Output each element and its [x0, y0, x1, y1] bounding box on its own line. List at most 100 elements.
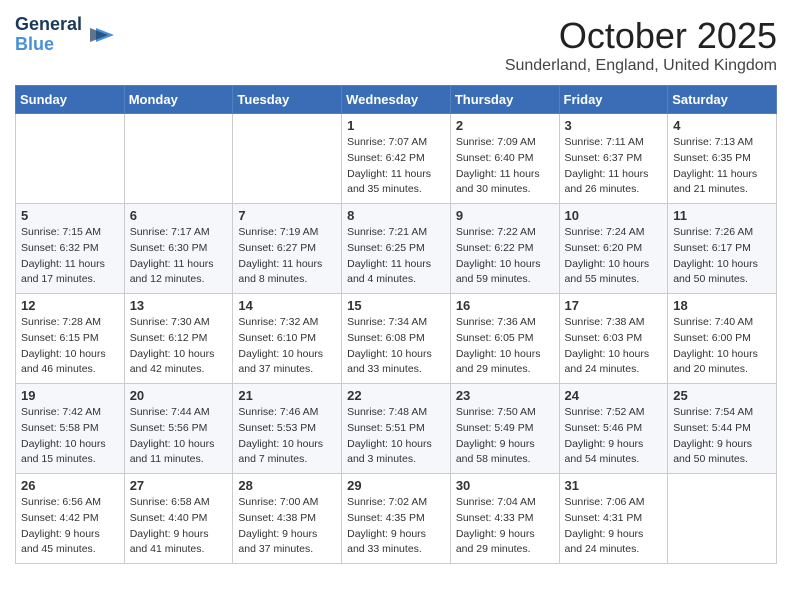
sunrise-text: Sunrise: 7:28 AM	[21, 315, 119, 331]
day-number: 3	[565, 118, 663, 133]
calendar-cell: 10Sunrise: 7:24 AMSunset: 6:20 PMDayligh…	[559, 204, 668, 294]
calendar-cell: 27Sunrise: 6:58 AMSunset: 4:40 PMDayligh…	[124, 474, 233, 564]
sunrise-text: Sunrise: 7:09 AM	[456, 135, 554, 151]
calendar-week-3: 12Sunrise: 7:28 AMSunset: 6:15 PMDayligh…	[16, 294, 777, 384]
day-number: 2	[456, 118, 554, 133]
day-number: 14	[238, 298, 336, 313]
calendar-cell: 11Sunrise: 7:26 AMSunset: 6:17 PMDayligh…	[668, 204, 777, 294]
daylight-text: Daylight: 9 hours and 45 minutes.	[21, 527, 119, 559]
day-info: Sunrise: 7:13 AMSunset: 6:35 PMDaylight:…	[673, 135, 771, 198]
daylight-text: Daylight: 10 hours and 37 minutes.	[238, 347, 336, 379]
calendar-cell: 1Sunrise: 7:07 AMSunset: 6:42 PMDaylight…	[342, 114, 451, 204]
day-number: 12	[21, 298, 119, 313]
calendar-cell: 7Sunrise: 7:19 AMSunset: 6:27 PMDaylight…	[233, 204, 342, 294]
day-number: 21	[238, 388, 336, 403]
calendar-cell: 9 Sunrise: 7:22 AMSunset: 6:22 PMDaylight…	[450, 204, 559, 294]
calendar-cell: 12Sunrise: 7:28 AMSunset: 6:15 PMDayligh…	[16, 294, 125, 384]
sunset-text: Sunset: 4:31 PM	[565, 511, 663, 527]
day-info: Sunrise: 7:34 AMSunset: 6:08 PMDaylight:…	[347, 315, 445, 378]
header-friday: Friday	[559, 86, 668, 114]
calendar-cell	[16, 114, 125, 204]
logo-icon	[86, 20, 116, 50]
day-number: 24	[565, 388, 663, 403]
day-number: 26	[21, 478, 119, 493]
daylight-text: Daylight: 10 hours and 29 minutes.	[456, 347, 554, 379]
day-info: Sunrise: 7:09 AMSunset: 6:40 PMDaylight:…	[456, 135, 554, 198]
day-info: Sunrise: 7:21 AMSunset: 6:25 PMDaylight:…	[347, 225, 445, 288]
daylight-text: Daylight: 9 hours and 58 minutes.	[456, 437, 554, 469]
calendar-cell: 3 Sunrise: 7:11 AMSunset: 6:37 PMDaylight…	[559, 114, 668, 204]
sunrise-text: Sunrise: 7:07 AM	[347, 135, 445, 151]
sunrise-text: Sunrise: 6:56 AM	[21, 495, 119, 511]
sunrise-text: Sunrise: 7:22 AM	[456, 225, 554, 241]
day-info: Sunrise: 7:54 AMSunset: 5:44 PMDaylight:…	[673, 405, 771, 468]
sunrise-text: Sunrise: 7:17 AM	[130, 225, 228, 241]
calendar-cell: 6Sunrise: 7:17 AMSunset: 6:30 PMDaylight…	[124, 204, 233, 294]
calendar-cell: 2 Sunrise: 7:09 AMSunset: 6:40 PMDaylight…	[450, 114, 559, 204]
calendar-week-5: 26 Sunrise: 6:56 AMSunset: 4:42 PMDayligh…	[16, 474, 777, 564]
day-info: Sunrise: 7:11 AMSunset: 6:37 PMDaylight:…	[565, 135, 663, 198]
daylight-text: Daylight: 11 hours and 21 minutes.	[673, 167, 771, 199]
calendar-cell: 17Sunrise: 7:38 AMSunset: 6:03 PMDayligh…	[559, 294, 668, 384]
day-info: Sunrise: 7:00 AMSunset: 4:38 PMDaylight:…	[238, 495, 336, 558]
day-number: 1	[347, 118, 445, 133]
daylight-text: Daylight: 11 hours and 17 minutes.	[21, 257, 119, 289]
calendar-cell: 15Sunrise: 7:34 AMSunset: 6:08 PMDayligh…	[342, 294, 451, 384]
sunrise-text: Sunrise: 7:34 AM	[347, 315, 445, 331]
day-number: 28	[238, 478, 336, 493]
sunrise-text: Sunrise: 7:06 AM	[565, 495, 663, 511]
sunrise-text: Sunrise: 7:15 AM	[21, 225, 119, 241]
sunset-text: Sunset: 6:22 PM	[456, 241, 554, 257]
title-block: October 2025 Sunderland, England, United…	[505, 15, 777, 75]
calendar-cell: 20Sunrise: 7:44 AMSunset: 5:56 PMDayligh…	[124, 384, 233, 474]
day-number: 18	[673, 298, 771, 313]
calendar-cell: 21Sunrise: 7:46 AMSunset: 5:53 PMDayligh…	[233, 384, 342, 474]
calendar-week-1: 1Sunrise: 7:07 AMSunset: 6:42 PMDaylight…	[16, 114, 777, 204]
sunset-text: Sunset: 6:35 PM	[673, 151, 771, 167]
day-number: 19	[21, 388, 119, 403]
sunset-text: Sunset: 6:37 PM	[565, 151, 663, 167]
day-info: Sunrise: 7:19 AMSunset: 6:27 PMDaylight:…	[238, 225, 336, 288]
sunrise-text: Sunrise: 7:54 AM	[673, 405, 771, 421]
calendar-cell: 19 Sunrise: 7:42 AMSunset: 5:58 PMDayligh…	[16, 384, 125, 474]
day-number: 31	[565, 478, 663, 493]
sunrise-text: Sunrise: 7:50 AM	[456, 405, 554, 421]
sunrise-text: Sunrise: 7:38 AM	[565, 315, 663, 331]
sunset-text: Sunset: 6:03 PM	[565, 331, 663, 347]
daylight-text: Daylight: 11 hours and 35 minutes.	[347, 167, 445, 199]
daylight-text: Daylight: 10 hours and 33 minutes.	[347, 347, 445, 379]
day-number: 8	[347, 208, 445, 223]
day-number: 29	[347, 478, 445, 493]
sunset-text: Sunset: 5:51 PM	[347, 421, 445, 437]
sunset-text: Sunset: 6:20 PM	[565, 241, 663, 257]
day-number: 9	[456, 208, 554, 223]
day-info: Sunrise: 6:56 AMSunset: 4:42 PMDaylight:…	[21, 495, 119, 558]
day-info: Sunrise: 6:58 AMSunset: 4:40 PMDaylight:…	[130, 495, 228, 558]
calendar-week-4: 19 Sunrise: 7:42 AMSunset: 5:58 PMDayligh…	[16, 384, 777, 474]
sunset-text: Sunset: 5:46 PM	[565, 421, 663, 437]
calendar-cell: 5Sunrise: 7:15 AMSunset: 6:32 PMDaylight…	[16, 204, 125, 294]
sunset-text: Sunset: 6:08 PM	[347, 331, 445, 347]
sunset-text: Sunset: 6:17 PM	[673, 241, 771, 257]
sunrise-text: Sunrise: 7:26 AM	[673, 225, 771, 241]
calendar-cell: 8 Sunrise: 7:21 AMSunset: 6:25 PMDaylight…	[342, 204, 451, 294]
day-info: Sunrise: 7:50 AMSunset: 5:49 PMDaylight:…	[456, 405, 554, 468]
day-info: Sunrise: 7:17 AMSunset: 6:30 PMDaylight:…	[130, 225, 228, 288]
sunrise-text: Sunrise: 7:48 AM	[347, 405, 445, 421]
day-info: Sunrise: 7:04 AMSunset: 4:33 PMDaylight:…	[456, 495, 554, 558]
day-info: Sunrise: 7:36 AMSunset: 6:05 PMDaylight:…	[456, 315, 554, 378]
daylight-text: Daylight: 11 hours and 8 minutes.	[238, 257, 336, 289]
sunset-text: Sunset: 6:25 PM	[347, 241, 445, 257]
sunrise-text: Sunrise: 7:02 AM	[347, 495, 445, 511]
day-info: Sunrise: 7:22 AMSunset: 6:22 PMDaylight:…	[456, 225, 554, 288]
calendar-week-2: 5Sunrise: 7:15 AMSunset: 6:32 PMDaylight…	[16, 204, 777, 294]
daylight-text: Daylight: 10 hours and 59 minutes.	[456, 257, 554, 289]
calendar-cell: 30Sunrise: 7:04 AMSunset: 4:33 PMDayligh…	[450, 474, 559, 564]
day-number: 25	[673, 388, 771, 403]
calendar-cell: 16Sunrise: 7:36 AMSunset: 6:05 PMDayligh…	[450, 294, 559, 384]
day-info: Sunrise: 7:42 AMSunset: 5:58 PMDaylight:…	[21, 405, 119, 468]
header-wednesday: Wednesday	[342, 86, 451, 114]
logo: GeneralBlue	[15, 15, 116, 55]
day-info: Sunrise: 7:15 AMSunset: 6:32 PMDaylight:…	[21, 225, 119, 288]
calendar-cell: 29Sunrise: 7:02 AMSunset: 4:35 PMDayligh…	[342, 474, 451, 564]
